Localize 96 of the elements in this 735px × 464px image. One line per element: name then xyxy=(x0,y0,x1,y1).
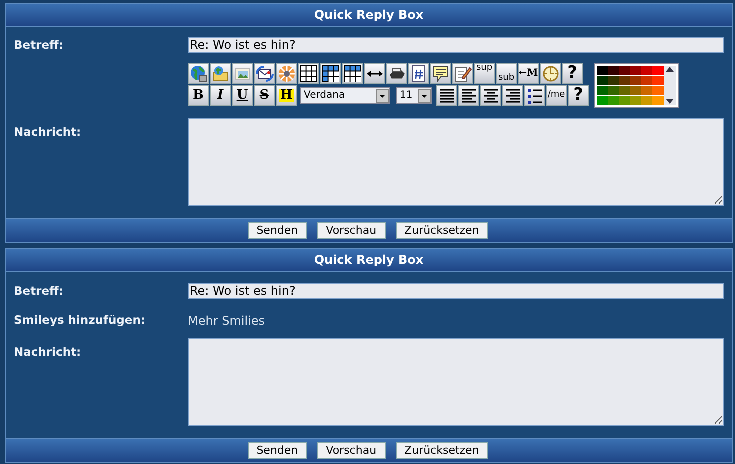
superscript-button[interactable]: sup xyxy=(474,63,495,84)
scroll-down-icon[interactable] xyxy=(666,99,674,106)
align-center-icon xyxy=(482,86,500,105)
subject-field[interactable]: Re: Wo ist es hin? xyxy=(188,283,724,300)
bold-button[interactable]: B xyxy=(188,85,209,106)
clock-icon xyxy=(542,64,560,83)
toolbar-button[interactable] xyxy=(320,63,341,84)
color-swatch[interactable] xyxy=(608,66,620,76)
toolbar-button[interactable] xyxy=(540,63,561,84)
toolbar-button[interactable] xyxy=(502,85,523,106)
folder-globe-icon xyxy=(212,64,230,83)
marquee-button[interactable]: ←M xyxy=(518,63,539,84)
help-button[interactable]: ? xyxy=(568,85,589,106)
form-button[interactable]: Zurücksetzen xyxy=(396,222,488,240)
field-label: Betreff: xyxy=(14,37,64,54)
highlight-button[interactable]: H xyxy=(276,85,297,106)
toolbar-button[interactable] xyxy=(386,63,407,84)
form-button[interactable]: Senden xyxy=(248,442,308,458)
align-left-icon xyxy=(460,86,478,105)
form-button[interactable]: Senden xyxy=(248,222,308,240)
toolbar-button[interactable] xyxy=(298,63,319,84)
color-swatch[interactable] xyxy=(597,76,609,86)
color-swatch[interactable] xyxy=(630,96,642,106)
color-swatch[interactable] xyxy=(652,86,664,96)
color-swatch[interactable] xyxy=(597,96,609,106)
color-swatch[interactable] xyxy=(652,96,664,106)
color-swatch[interactable] xyxy=(630,66,642,76)
panel-title: Quick Reply Box xyxy=(6,4,732,27)
toolbar-button[interactable] xyxy=(436,85,457,106)
subject-field[interactable]: Re: Wo ist es hin? xyxy=(188,37,724,53)
hash-document-icon xyxy=(410,64,428,83)
color-swatch[interactable] xyxy=(597,66,609,76)
table-icon xyxy=(300,64,318,83)
color-swatch[interactable] xyxy=(619,96,631,106)
help-button[interactable]: ? xyxy=(562,63,583,84)
color-swatch[interactable] xyxy=(608,86,620,96)
color-swatch[interactable] xyxy=(652,66,664,76)
caret-icon xyxy=(376,88,389,103)
disc-icon xyxy=(278,64,296,83)
envelope-arrows-icon xyxy=(256,64,274,83)
field-label: Smileys hinzufügen: xyxy=(14,312,146,328)
toolbar-button[interactable] xyxy=(254,63,275,84)
toolbar-button[interactable] xyxy=(480,85,501,106)
color-swatch[interactable] xyxy=(641,86,653,96)
color-swatch[interactable] xyxy=(619,86,631,96)
toolbar-button[interactable] xyxy=(232,63,253,84)
color-swatch[interactable] xyxy=(630,76,642,86)
table-header-icon xyxy=(344,64,362,83)
table-column-icon xyxy=(322,64,340,83)
subscript-button[interactable]: sub xyxy=(496,63,517,84)
color-swatch[interactable] xyxy=(619,76,631,86)
color-swatch[interactable] xyxy=(608,96,620,106)
double-arrow-icon xyxy=(366,70,382,77)
toolbar-button[interactable] xyxy=(276,63,297,84)
globe-lock-icon xyxy=(190,64,208,83)
toolbar-button[interactable] xyxy=(364,63,385,84)
color-swatch[interactable] xyxy=(619,66,631,76)
color-swatch[interactable] xyxy=(641,76,653,86)
form-button[interactable]: Zurücksetzen xyxy=(396,442,488,458)
color-swatch[interactable] xyxy=(652,76,664,86)
scrollbar[interactable] xyxy=(664,66,676,106)
toolbar-button[interactable] xyxy=(210,63,231,84)
field-label: Nachricht: xyxy=(14,344,82,360)
field-label: Nachricht: xyxy=(14,124,82,142)
underline-button[interactable]: U xyxy=(232,85,253,106)
message-field[interactable] xyxy=(188,118,724,206)
toolbar-button[interactable] xyxy=(342,63,363,84)
me-button[interactable]: /me xyxy=(546,85,567,106)
strikethrough-button[interactable]: S xyxy=(254,85,275,106)
size-dropdown[interactable]: 11 xyxy=(396,87,432,104)
color-swatch[interactable] xyxy=(597,86,609,96)
caret-icon xyxy=(418,88,431,103)
color-swatch[interactable] xyxy=(641,66,653,76)
field-label: Betreff: xyxy=(14,283,64,300)
panel-title: Quick Reply Box xyxy=(6,249,732,272)
message-field[interactable] xyxy=(188,338,724,426)
toolbar-button[interactable] xyxy=(452,63,473,84)
color-swatch[interactable] xyxy=(641,96,653,106)
italic-button[interactable]: I xyxy=(210,85,231,106)
color-swatch[interactable] xyxy=(608,76,620,86)
smilies-link[interactable]: Mehr Smilies xyxy=(188,312,266,330)
toolbar-button[interactable] xyxy=(524,85,545,106)
scroll-up-icon[interactable] xyxy=(666,66,674,72)
align-right-icon xyxy=(504,86,522,105)
form-button[interactable]: Vorschau xyxy=(317,442,386,458)
note-pencil-icon xyxy=(454,64,472,83)
font-dropdown[interactable]: Verdana xyxy=(300,87,390,104)
toolbar-button[interactable] xyxy=(408,63,429,84)
speech-bubble-icon xyxy=(432,64,450,83)
align-justify-icon xyxy=(438,86,456,105)
form-button[interactable]: Vorschau xyxy=(317,222,386,240)
toolbar-button[interactable] xyxy=(430,63,451,84)
bullet-list-icon xyxy=(526,86,544,105)
toolbar-button[interactable] xyxy=(188,63,209,84)
color-swatch[interactable] xyxy=(630,86,642,96)
toolbar-button[interactable] xyxy=(458,85,479,106)
